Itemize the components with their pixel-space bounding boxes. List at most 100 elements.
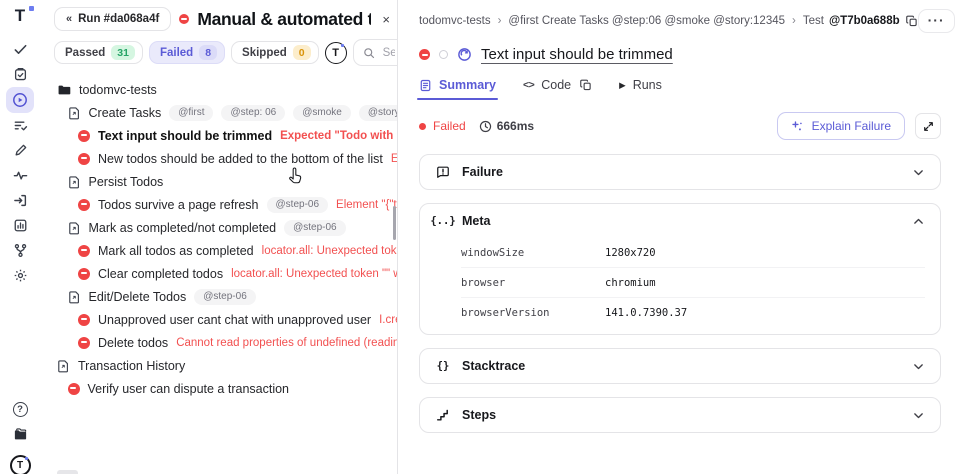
sidebar-nav: [6, 37, 34, 288]
tab-code[interactable]: <> Code: [523, 78, 592, 100]
brand-circle-icon[interactable]: T: [324, 41, 347, 64]
section-card-meta: {..} Meta windowSize 1280x720 browser chromiu…: [419, 203, 941, 335]
filter-skipped[interactable]: Skipped 0: [231, 41, 319, 64]
tree-folder-row[interactable]: todomvc-tests: [40, 78, 397, 101]
meta-row: browserVersion 141.0.7390.37: [461, 298, 925, 327]
status-label: Failed: [433, 119, 466, 133]
ai-sparkle-icon: [791, 120, 802, 130]
tree-suite-row[interactable]: Mark as completed/not completed @step-06: [40, 216, 397, 239]
tree-test-row[interactable]: Text input should be trimmed Expected "To…: [40, 124, 397, 147]
filter-skipped-count: 0: [292, 45, 311, 60]
run-header: « Run #da068a4f Manual & automated tests…: [40, 0, 397, 34]
section-header-steps[interactable]: Steps: [420, 398, 940, 432]
meta-value: 1280x720: [605, 246, 656, 259]
scrollbar-thumb[interactable]: [393, 206, 396, 240]
section-header-stacktrace[interactable]: {} Stacktrace: [420, 349, 940, 383]
logo-accent: [29, 6, 34, 11]
tree-test-row[interactable]: Delete todos Cannot read properties of un…: [40, 331, 397, 354]
pencil-icon[interactable]: [7, 138, 33, 163]
detail-tabs: Summary <> Code ▶ Runs: [417, 78, 941, 100]
gear-icon[interactable]: [7, 263, 33, 288]
explain-failure-button[interactable]: Explain Failure: [776, 112, 905, 140]
tab-summary[interactable]: Summary: [417, 78, 498, 100]
tree-suite-row[interactable]: Edit/Delete Todos @step-06: [40, 285, 397, 308]
back-chevrons-icon: «: [66, 13, 73, 25]
tree-test-row[interactable]: Clear completed todos locator.all: Unexpe…: [40, 262, 397, 285]
chevron-down-icon: [912, 360, 925, 373]
retries-icon[interactable]: [457, 47, 472, 62]
breadcrumb-separator: ›: [497, 15, 502, 27]
runs-play-icon: ▶: [619, 79, 626, 90]
filter-failed[interactable]: Failed 8: [148, 41, 226, 64]
projects-folder-icon[interactable]: [7, 422, 33, 447]
tree-suite-row[interactable]: Persist Todos: [40, 170, 397, 193]
filter-passed-count: 31: [111, 45, 135, 60]
search-input[interactable]: [380, 45, 397, 60]
status-row: Failed 666ms Explain Failure: [419, 112, 941, 140]
section-header-failure[interactable]: Failure: [420, 155, 940, 189]
meta-key: browser: [461, 276, 506, 289]
tree-test-row[interactable]: New todos should be added to the bottom …: [40, 147, 397, 170]
test-title-row: Text input should be trimmed: [419, 46, 941, 63]
activity-pulse-icon[interactable]: [7, 163, 33, 188]
filter-passed[interactable]: Passed 31: [54, 41, 143, 64]
copy-test-id-icon[interactable]: [905, 15, 918, 27]
suite-file-icon: [58, 359, 68, 372]
tree-item-label: Todos survive a page refresh: [98, 197, 259, 212]
back-to-run-button[interactable]: « Run #da068a4f: [54, 7, 172, 31]
help-icon[interactable]: ?: [7, 397, 33, 422]
steps-icon: [435, 408, 451, 422]
app-logo-icon[interactable]: T: [15, 7, 25, 24]
tree-test-row[interactable]: Unapproved user cant chat with unapprove…: [40, 308, 397, 331]
expand-arrows-icon: [923, 121, 933, 131]
meta-key: windowSize: [461, 246, 525, 259]
tag-badge: @step-06: [194, 288, 256, 305]
error-message: Expected "secon: [391, 153, 397, 165]
section-header-meta[interactable]: {..} Meta: [420, 204, 940, 238]
meta-row: browser chromium: [461, 268, 925, 298]
branch-icon[interactable]: [7, 238, 33, 263]
filter-failed-label: Failed: [159, 46, 194, 59]
tab-runs[interactable]: ▶ Runs: [619, 78, 662, 100]
tree-item-label: Edit/Delete Todos: [88, 289, 187, 304]
tree-test-row[interactable]: Mark all todos as completed locator.all: …: [40, 239, 397, 262]
import-box-icon[interactable]: [7, 188, 33, 213]
test-title-link[interactable]: Text input should be trimmed: [481, 46, 673, 63]
filter-skipped-label: Skipped: [242, 46, 287, 59]
breadcrumb: todomvc-tests › @first Create Tasks @ste…: [419, 8, 955, 34]
meta-icon: {..}: [430, 215, 456, 227]
meta-value: 141.0.7390.37: [605, 306, 688, 319]
more-actions-button[interactable]: ···: [917, 9, 955, 33]
copy-code-icon[interactable]: [580, 79, 592, 91]
tree-item-label: New todos should be added to the bottom …: [98, 151, 383, 166]
meta-row: windowSize 1280x720: [461, 238, 925, 268]
breadcrumb-suite[interactable]: @first Create Tasks @step:06 @smoke @sto…: [508, 15, 785, 27]
section-card-stacktrace: {} Stacktrace: [419, 348, 941, 384]
tree-suite-row[interactable]: Transaction History: [40, 354, 397, 377]
tree-item-label: Unapproved user cant chat with unapprove…: [98, 312, 372, 327]
user-avatar[interactable]: T: [9, 455, 31, 474]
check-icon[interactable]: [7, 37, 33, 62]
section-title: Meta: [462, 214, 491, 228]
list-check-icon[interactable]: [7, 113, 33, 138]
meta-value: chromium: [605, 276, 656, 289]
tree-suite-row[interactable]: Create Tasks @first @step: 06 @smoke @story:…: [40, 101, 397, 124]
sidebar-bottom: ? T: [7, 397, 33, 474]
bar-chart-icon[interactable]: [7, 213, 33, 238]
meta-table: windowSize 1280x720 browser chromium browser…: [420, 238, 940, 334]
clock-icon: [479, 120, 491, 132]
test-failed-icon: [78, 129, 90, 142]
section-title: Steps: [462, 408, 497, 422]
breadcrumb-project[interactable]: todomvc-tests: [419, 15, 491, 27]
run-title: Manual & automated tests: [197, 8, 371, 29]
test-failed-icon: [78, 152, 90, 165]
tree-test-row[interactable]: Todos survive a page refresh @step-06 Elem…: [40, 193, 397, 216]
tree-test-row[interactable]: Verify user can dispute a transaction: [40, 377, 397, 400]
clipboard-check-icon[interactable]: [7, 62, 33, 87]
tree-item-label: Mark as completed/not completed: [88, 220, 277, 235]
test-failed-icon: [78, 244, 90, 257]
run-close-icon[interactable]: ×: [379, 12, 393, 27]
runs-play-circle-icon[interactable]: [6, 87, 34, 113]
tag-badge: @step-06: [266, 196, 329, 213]
fullscreen-expand-button[interactable]: [915, 113, 941, 139]
